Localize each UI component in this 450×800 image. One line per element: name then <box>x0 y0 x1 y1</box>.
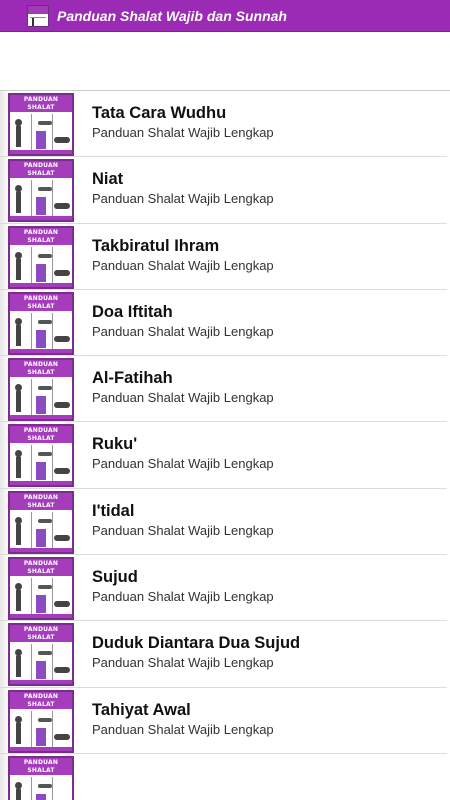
banner-area <box>0 33 450 90</box>
list-item[interactable]: PANDUAN SHALAT WAJIB LENGKAP Duduk Diant… <box>0 621 447 688</box>
thumbnail-header: PANDUAN SHALAT WAJIB LENGKAP <box>10 360 72 384</box>
list-item-title: Tahiyat Awal <box>92 700 191 719</box>
list-item-subtitle: Panduan Shalat Wajib Lengkap <box>92 390 274 406</box>
thumbnail-header: PANDUAN SHALAT WAJIB LENGKAP <box>10 95 72 119</box>
list-item[interactable]: PANDUAN SHALAT WAJIB LENGKAP Ruku' Pandu… <box>0 422 447 489</box>
list-item-title: Takbiratul Ihram <box>92 236 220 255</box>
list-item-text: Sujud Panduan Shalat Wajib Lengkap <box>92 567 274 605</box>
list-item-text: Al-Fatihah Panduan Shalat Wajib Lengkap <box>92 368 274 406</box>
list-item-text: I'tidal Panduan Shalat Wajib Lengkap <box>92 501 274 539</box>
list-item-subtitle: Panduan Shalat Wajib Lengkap <box>92 655 274 671</box>
list-item-subtitle: Panduan Shalat Wajib Lengkap <box>92 522 274 538</box>
thumbnail-header: PANDUAN SHALAT WAJIB LENGKAP <box>10 559 72 583</box>
app-window: Panduan Shalat Wajib dan Sunnah PANDUAN … <box>0 0 450 800</box>
list-item-title: Duduk Diantara Dua Sujud <box>92 634 301 653</box>
list-item-subtitle: Panduan Shalat Wajib Lengkap <box>92 191 274 207</box>
lesson-thumbnail-image: PANDUAN SHALAT WAJIB LENGKAP <box>8 93 74 156</box>
list-item-text: Duduk Diantara Dua Sujud Panduan Shalat … <box>92 633 300 671</box>
thumbnail-header: PANDUAN SHALAT WAJIB LENGKAP <box>10 426 72 450</box>
list-item-subtitle: Panduan Shalat Wajib Lengkap <box>92 257 274 273</box>
lesson-thumbnail-image: PANDUAN SHALAT WAJIB LENGKAP <box>8 291 74 355</box>
list-item-subtitle: Panduan Shalat Wajib Lengkap <box>92 721 274 737</box>
lesson-thumbnail-image: PANDUAN SHALAT WAJIB LENGKAP <box>8 623 74 687</box>
thumbnail-header: PANDUAN SHALAT WAJIB LENGKAP <box>10 691 72 716</box>
lesson-thumbnail-image: PANDUAN SHALAT WAJIB LENGKAP <box>8 755 74 800</box>
list-item[interactable]: PANDUAN SHALAT WAJIB LENGKAP Niat Pandua… <box>0 157 447 224</box>
thumbnail-header: PANDUAN SHALAT WAJIB LENGKAP <box>10 625 72 649</box>
app-logo-icon[interactable] <box>27 4 49 27</box>
lesson-thumbnail-image: PANDUAN SHALAT WAJIB LENGKAP <box>8 424 74 488</box>
list-item-subtitle: Panduan Shalat Wajib Lengkap <box>92 125 274 140</box>
list-item[interactable]: PANDUAN SHALAT WAJIB LENGKAP Tahiyat Awa… <box>0 688 447 754</box>
list-item-text: Takbiratul Ihram Panduan Shalat Wajib Le… <box>92 236 274 274</box>
list-item-title: Tata Cara Wudhu <box>92 104 227 122</box>
lesson-thumbnail-image: PANDUAN SHALAT WAJIB LENGKAP <box>8 159 74 223</box>
list-item-subtitle: Panduan Shalat Wajib Lengkap <box>92 456 274 472</box>
list-item-title: Doa Iftitah <box>92 302 173 321</box>
lesson-thumbnail-image: PANDUAN SHALAT WAJIB LENGKAP <box>8 689 74 753</box>
thumbnail-header: PANDUAN SHALAT WAJIB LENGKAP <box>10 492 72 517</box>
lesson-list[interactable]: PANDUAN SHALAT WAJIB LENGKAP Tata Cara W… <box>0 90 450 800</box>
list-item-title: Niat <box>92 170 124 189</box>
thumbnail-header: PANDUAN SHALAT WAJIB LENGKAP <box>10 293 72 318</box>
lesson-thumbnail-image: PANDUAN SHALAT WAJIB LENGKAP <box>8 358 74 422</box>
list-item-title: Sujud <box>92 568 138 587</box>
app-title: Panduan Shalat Wajib dan Sunnah <box>57 7 287 24</box>
list-item[interactable]: PANDUAN SHALAT WAJIB LENGKAP <box>0 754 447 800</box>
list-item[interactable]: PANDUAN SHALAT WAJIB LENGKAP Sujud Pandu… <box>0 555 447 622</box>
thumbnail-header: PANDUAN SHALAT WAJIB LENGKAP <box>10 757 72 782</box>
list-item-text: Tahiyat Awal Panduan Shalat Wajib Lengka… <box>92 700 274 738</box>
list-item-title: I'tidal <box>92 501 135 520</box>
thumbnail-header: PANDUAN SHALAT WAJIB LENGKAP <box>10 227 72 252</box>
list-item-subtitle: Panduan Shalat Wajib Lengkap <box>92 323 274 339</box>
list-item-text: Tata Cara Wudhu Panduan Shalat Wajib Len… <box>92 103 274 141</box>
list-item[interactable]: PANDUAN SHALAT WAJIB LENGKAP Takbiratul … <box>0 224 447 290</box>
list-item-subtitle: Panduan Shalat Wajib Lengkap <box>92 589 274 605</box>
lesson-thumbnail-image: PANDUAN SHALAT WAJIB LENGKAP <box>8 490 74 554</box>
list-item-text: Niat Panduan Shalat Wajib Lengkap <box>92 169 274 207</box>
list-item[interactable]: PANDUAN SHALAT WAJIB LENGKAP I'tidal Pan… <box>0 489 447 556</box>
list-item-text: Doa Iftitah Panduan Shalat Wajib Lengkap <box>92 302 274 340</box>
action-bar: Panduan Shalat Wajib dan Sunnah <box>0 0 450 32</box>
list-item-title: Ruku' <box>92 435 138 454</box>
list-item-text: Ruku' Panduan Shalat Wajib Lengkap <box>92 434 274 472</box>
list-item[interactable]: PANDUAN SHALAT WAJIB LENGKAP Doa Iftitah… <box>0 290 447 357</box>
list-item[interactable]: PANDUAN SHALAT WAJIB LENGKAP Al-Fatihah … <box>0 356 447 423</box>
list-item-title: Al-Fatihah <box>92 369 173 388</box>
list-item[interactable]: PANDUAN SHALAT WAJIB LENGKAP Tata Cara W… <box>0 91 447 158</box>
thumbnail-header: PANDUAN SHALAT WAJIB LENGKAP <box>10 161 72 185</box>
lesson-thumbnail-image: PANDUAN SHALAT WAJIB LENGKAP <box>8 557 74 621</box>
lesson-thumbnail-image: PANDUAN SHALAT WAJIB LENGKAP <box>8 225 74 289</box>
